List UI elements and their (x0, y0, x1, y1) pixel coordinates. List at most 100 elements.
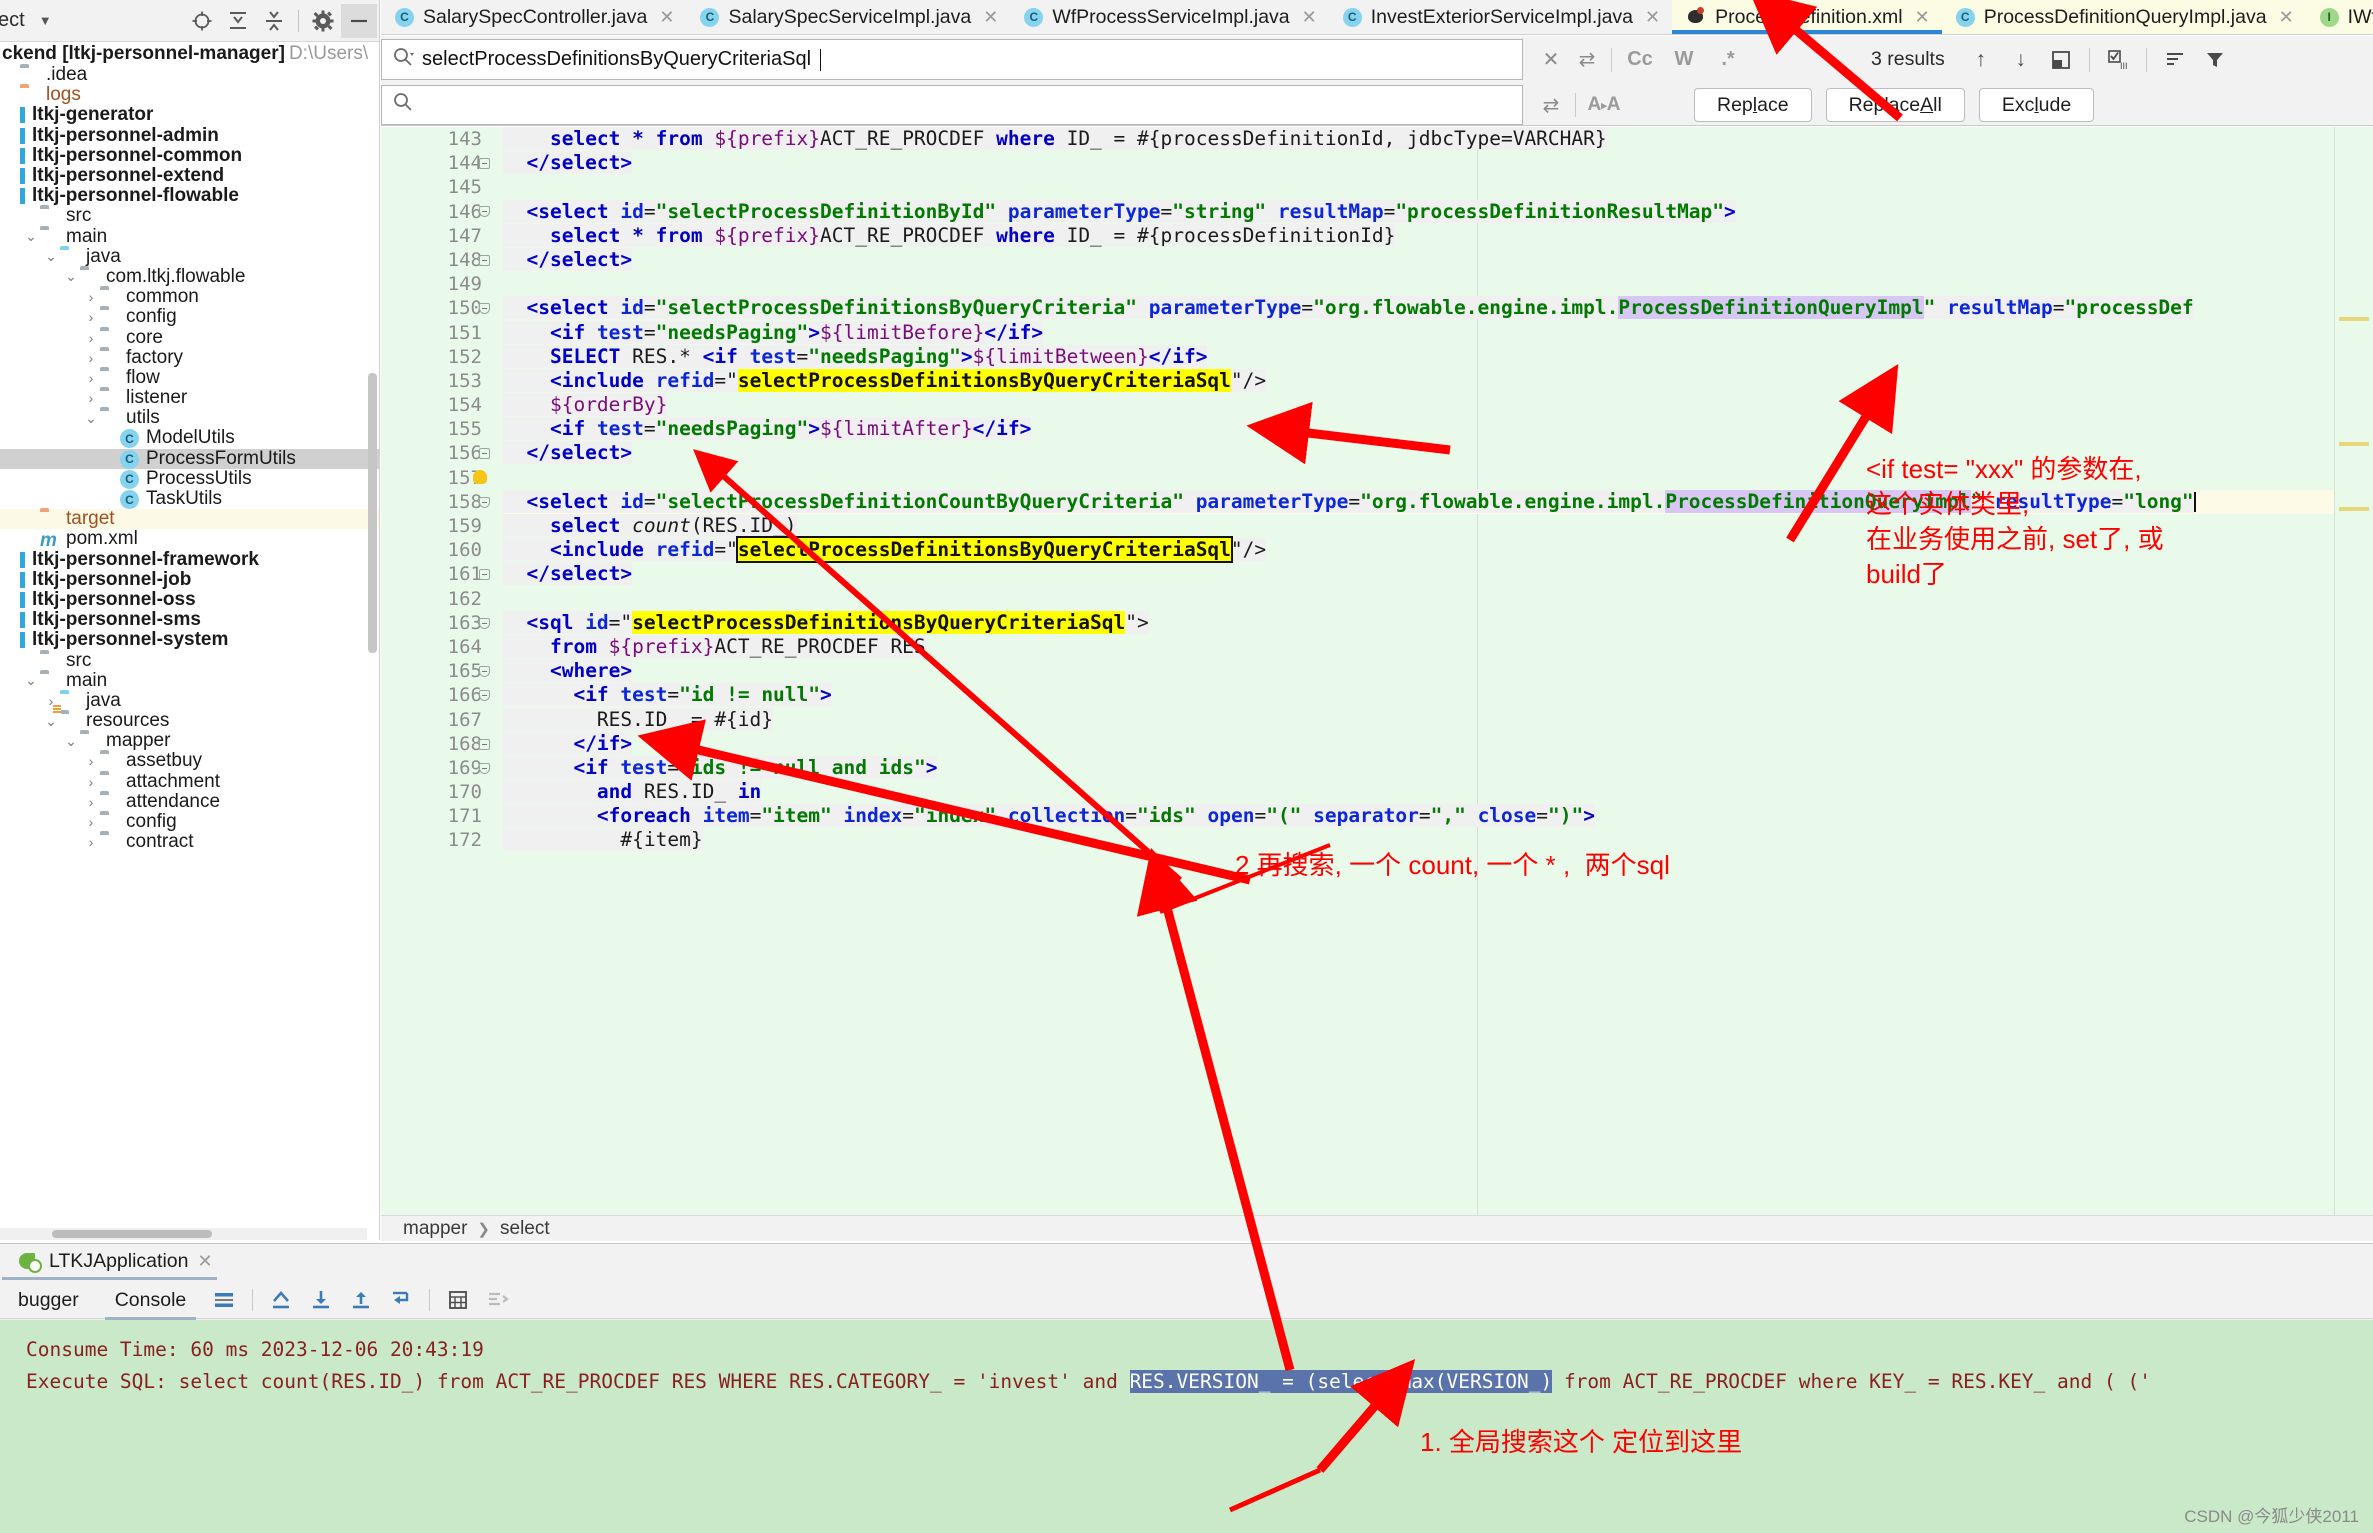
regex-toggle[interactable]: .* (1706, 39, 1750, 80)
replace-input[interactable] (381, 85, 1523, 125)
tree-item-factory[interactable]: › factory (0, 347, 379, 368)
code-editor[interactable]: 143 144 145 146 147 148 149 150 151 152 153 154 155 1… (381, 127, 2373, 1218)
tree-item-com-ltkj-flowable[interactable]: ⌄ com.ltkj.flowable (0, 266, 379, 287)
arrow-up-icon[interactable]: ↑ (1961, 39, 2001, 80)
tree-item-target[interactable]: ·target (0, 508, 379, 530)
editor-marker-strip[interactable] (2335, 127, 2373, 1218)
tree-item-ltkj-personnel-flowable[interactable]: ·ltkj-personnel-flowable (0, 185, 379, 206)
in-selection-icon[interactable] (2041, 39, 2081, 80)
code-line[interactable] (503, 272, 2373, 296)
tree-item-attachment[interactable]: › attachment (0, 771, 379, 792)
editor-tab-wfprocessserviceimpl-java[interactable]: C WfProcessServiceImpl.java ✕ (1010, 0, 1328, 34)
soft-wrap-icon[interactable] (381, 1282, 421, 1318)
editor-tab-iwfprocessse[interactable]: I IWfProcessSe (2305, 0, 2373, 34)
chevron-down-icon[interactable]: ⌄ (62, 733, 80, 750)
chevron-down-icon[interactable]: ⌄ (42, 713, 60, 730)
tree-item-java[interactable]: ⌄ java (0, 246, 379, 267)
chevron-right-icon[interactable]: › (82, 309, 100, 325)
tree-item-main[interactable]: ⌄ main (0, 226, 379, 247)
search-icon[interactable] (392, 46, 414, 74)
tree-item-config[interactable]: › config (0, 306, 379, 327)
tree-item-pom-xml[interactable]: ·mpom.xml (0, 528, 379, 551)
compare-icon[interactable] (478, 1282, 518, 1318)
close-icon[interactable]: ✕ (2279, 7, 2294, 28)
close-icon[interactable]: ✕ (983, 7, 998, 28)
code-line[interactable]: <include refid="selectProcessDefinitions… (503, 368, 2373, 393)
chevron-down-icon[interactable]: ⌄ (62, 268, 80, 285)
collapse-all-icon[interactable] (256, 4, 292, 38)
rerun-icon[interactable] (261, 1282, 301, 1318)
tree-item-config[interactable]: › config (0, 811, 379, 832)
fold-start-icon[interactable] (477, 616, 491, 630)
match-case-toggle[interactable]: Cc (1618, 39, 1662, 80)
code-line[interactable]: select * from ${prefix}ACT_RE_PROCDEF wh… (503, 127, 2373, 151)
console-output[interactable]: Consume Time: 60 ms 2023-12-06 20:43:19 E… (0, 1320, 2373, 1533)
tree-item-ltkj-personnel-oss[interactable]: ·ltkj-personnel-oss (0, 589, 379, 610)
tree-row-root[interactable]: ckend [ltkj-personnel-manager] D:\Users\ (0, 43, 379, 65)
clear-search-icon[interactable]: ✕ (1533, 39, 1569, 80)
intention-bulb-icon[interactable] (473, 469, 487, 484)
fold-end-icon[interactable] (477, 156, 491, 170)
run-tab-ltkjapplication[interactable]: LTKJApplication ✕ (2, 1250, 217, 1280)
chevron-right-icon[interactable]: › (82, 390, 100, 406)
code-line[interactable]: <if test="needsPaging">${limitBefore}</i… (503, 320, 2373, 345)
words-toggle[interactable]: W (1662, 39, 1706, 80)
code-text-area[interactable]: select * from ${prefix}ACT_RE_PROCDEF wh… (503, 127, 2373, 1218)
chevron-right-icon[interactable]: › (82, 370, 100, 386)
fold-start-icon[interactable] (477, 205, 491, 219)
scroll-up-icon[interactable] (341, 1282, 381, 1318)
filter-lines-icon[interactable] (2155, 39, 2195, 80)
tree-item-ltkj-personnel-sms[interactable]: ·ltkj-personnel-sms (0, 609, 379, 630)
fold-end-icon[interactable] (477, 568, 491, 582)
code-line[interactable]: </if> (503, 731, 2373, 756)
tree-item-ltkj-personnel-admin[interactable]: ·ltkj-personnel-admin (0, 125, 379, 146)
chevron-right-icon[interactable]: › (82, 289, 100, 305)
tree-item-assetbuy[interactable]: › assetbuy (0, 750, 379, 771)
tree-item-taskutils[interactable]: ·CTaskUtils (0, 488, 379, 510)
code-line[interactable] (503, 175, 2373, 199)
history-icon[interactable]: ⇄ (1533, 85, 1569, 126)
fold-start-icon[interactable] (477, 495, 491, 509)
chevron-down-icon[interactable]: ⌄ (22, 228, 40, 245)
tree-item-flow[interactable]: › flow (0, 367, 379, 388)
exclude-button[interactable]: Exc l ude (1978, 88, 2095, 122)
code-line[interactable]: ${orderBy} (503, 393, 2373, 417)
minimize-icon[interactable] (341, 3, 377, 38)
print-icon[interactable] (438, 1282, 478, 1318)
code-line[interactable]: <sql id="selectProcessDefinitionsByQuery… (503, 610, 2373, 635)
code-line[interactable]: <where> (503, 659, 2373, 683)
fold-start-icon[interactable] (477, 301, 491, 315)
scroll-down-icon[interactable] (301, 1282, 341, 1318)
tree-item-src[interactable]: ·src (0, 650, 379, 671)
close-icon[interactable]: ✕ (1302, 7, 1317, 28)
project-tree[interactable]: ckend [ltkj-personnel-manager] D:\Users\… (0, 43, 379, 1240)
chevron-down-icon[interactable]: ⌄ (82, 410, 100, 427)
tree-item-contract[interactable]: › contract (0, 831, 379, 852)
history-icon[interactable]: ⇄ (1569, 39, 1605, 80)
chevron-down-icon[interactable]: ⌄ (42, 248, 60, 265)
chevron-right-icon[interactable]: › (82, 794, 100, 810)
fold-start-icon[interactable] (477, 761, 491, 775)
code-line[interactable]: </select> (503, 151, 2373, 175)
code-line[interactable]: <select id="selectProcessDefinitionsByQu… (503, 296, 2373, 320)
tree-item-logs[interactable]: ·logs (0, 84, 379, 105)
tree-item--idea[interactable]: ·.idea (0, 64, 379, 85)
code-line[interactable]: SELECT RES.* <if test="needsPaging">${li… (503, 344, 2373, 369)
layout-icon[interactable] (204, 1282, 244, 1318)
tree-item-processformutils[interactable]: ·CProcessFormUtils (0, 448, 379, 469)
editor-tab-salaryspecserviceimpl-java[interactable]: C SalarySpecServiceImpl.java ✕ (686, 0, 1010, 34)
fold-start-icon[interactable] (477, 689, 491, 703)
tree-item-src[interactable]: ·src (0, 205, 379, 226)
chevron-down-icon[interactable]: ▼ (39, 13, 52, 28)
search-input[interactable]: selectProcessDefinitionsByQueryCriteriaS… (381, 39, 1523, 80)
code-line[interactable]: RES.ID_ = #{id} (503, 707, 2373, 732)
preserve-case-icon[interactable]: A ▸ A (1582, 85, 1626, 126)
close-icon[interactable]: ✕ (1645, 7, 1660, 28)
tree-item-ltkj-personnel-extend[interactable]: ·ltkj-personnel-extend (0, 165, 379, 186)
project-tree-hscrollbar[interactable] (0, 1228, 367, 1240)
breadcrumb[interactable]: mapper ❯ select (381, 1215, 2373, 1241)
chevron-right-icon[interactable]: › (82, 753, 100, 769)
tree-item-core[interactable]: › core (0, 327, 379, 348)
breadcrumb-item-select[interactable]: select (500, 1218, 550, 1240)
fold-end-icon[interactable] (477, 253, 491, 267)
